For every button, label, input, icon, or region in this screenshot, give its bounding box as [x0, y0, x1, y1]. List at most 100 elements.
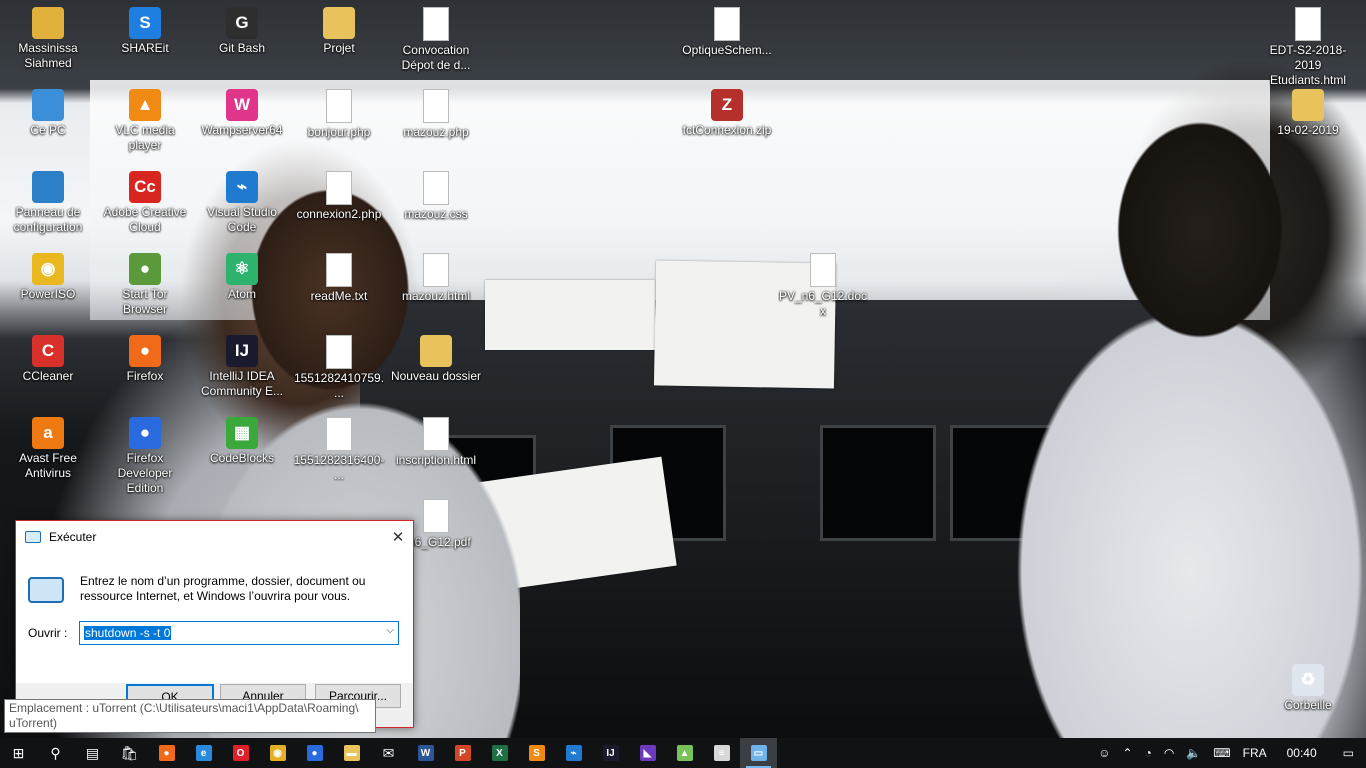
- desktop-icon[interactable]: mazouz.php: [390, 85, 482, 140]
- desktop-icon[interactable]: ◉ PowerISO: [2, 249, 94, 302]
- desktop-icon[interactable]: ♻ Corbeille: [1262, 660, 1354, 713]
- html-file-icon: [1295, 7, 1321, 41]
- desktop-icon[interactable]: Massinissa Siahmed: [2, 3, 94, 71]
- language-indicator[interactable]: FRA: [1237, 746, 1273, 760]
- desktop-icon[interactable]: Panneau de configuration: [2, 167, 94, 235]
- chevron-down-icon[interactable]: ⌵: [386, 625, 394, 636]
- desktop-icon[interactable]: ⌁ Visual Studio Code: [196, 167, 288, 235]
- desktop-icon[interactable]: W Wampserver64: [196, 85, 288, 138]
- taskbar-firefox-dev-button[interactable]: ●: [296, 738, 333, 768]
- css-file-icon: [423, 171, 449, 205]
- desktop-icon-label: Convocation Dépot de d...: [401, 43, 471, 72]
- word-icon: W: [417, 745, 434, 761]
- chevron-up-icon[interactable]: ⌃: [1117, 746, 1139, 760]
- desktop-icon[interactable]: 19-02-2019: [1262, 85, 1354, 138]
- desktop-icon[interactable]: 1551282410759....: [293, 331, 385, 401]
- command-combobox[interactable]: shutdown -s -t 0 ⌵: [79, 621, 399, 645]
- desktop-icon-label: Corbeille: [1284, 698, 1332, 712]
- taskbar-run-dialog-button[interactable]: ▭: [740, 738, 777, 768]
- desktop-icon[interactable]: IJ IntelliJ IDEA Community E...: [196, 331, 288, 399]
- desktop-icon[interactable]: Convocation Dépot de d...: [390, 3, 482, 73]
- desktop-icon[interactable]: Ce PC: [2, 85, 94, 138]
- desktop-icon[interactable]: ▦ CodeBlocks: [196, 413, 288, 466]
- taskbar-powerpoint-button[interactable]: P: [444, 738, 481, 768]
- run-dialog-titlebar[interactable]: Exécuter ✕: [16, 521, 413, 552]
- notification-center-icon[interactable]: ▭: [1331, 746, 1366, 760]
- taskbar-sublime-text-button[interactable]: S: [518, 738, 555, 768]
- desktop-icon-label: Visual Studio Code: [207, 205, 277, 234]
- close-button[interactable]: ✕: [383, 528, 413, 546]
- volume-icon[interactable]: 🔈: [1180, 746, 1207, 760]
- desktop-icon[interactable]: PV_n6_G12.docx: [777, 249, 869, 319]
- pilot-figure: [940, 100, 1366, 738]
- desktop-icon[interactable]: OptiqueSchem...: [681, 3, 773, 58]
- desktop-icon[interactable]: ZfctConnexion.zip: [681, 85, 773, 138]
- desktop-icon[interactable]: ● Firefox: [99, 331, 191, 384]
- desktop-icon[interactable]: C CCleaner: [2, 331, 94, 384]
- windows-start-icon: ⊞: [12, 744, 25, 761]
- command-input[interactable]: shutdown -s -t 0: [84, 626, 172, 640]
- taskbar-excel-button[interactable]: X: [481, 738, 518, 768]
- text-file-icon: [326, 253, 352, 287]
- taskbar-edge-button[interactable]: e: [185, 738, 222, 768]
- desktop-icon-label: PV_n6_G12.docx: [778, 289, 868, 318]
- cockpit-display: [820, 425, 936, 541]
- desktop-icon[interactable]: a Avast Free Antivirus: [2, 413, 94, 481]
- desktop-icon[interactable]: Nouveau dossier: [390, 331, 482, 384]
- desktop-icon-label: PowerISO: [20, 287, 76, 301]
- taskbar-windows-start-button[interactable]: ⊞: [0, 738, 37, 768]
- location-tooltip: Emplacement : uTorrent (C:\Utilisateurs\…: [4, 699, 376, 733]
- desktop-icon-label: mazouz.html: [401, 289, 471, 303]
- flag-app-icon: ≡: [713, 745, 730, 761]
- desktop-icon[interactable]: 1551282316400-...: [293, 413, 385, 483]
- desktop-icon-label: Nouveau dossier: [390, 369, 482, 383]
- desktop-icon[interactable]: inscription.html: [390, 413, 482, 468]
- taskbar-store-button[interactable]: 🛍: [111, 738, 148, 768]
- taskbar-task-view-button[interactable]: ▤: [74, 738, 111, 768]
- clock[interactable]: 00:40: [1273, 746, 1331, 760]
- taskbar-android-studio-button[interactable]: ▲: [666, 738, 703, 768]
- firefox-dev-icon: ●: [129, 417, 161, 449]
- powerpoint-icon: P: [454, 745, 471, 761]
- run-dialog-icon: [28, 577, 64, 603]
- wifi-icon[interactable]: ◠: [1158, 746, 1180, 760]
- visual-studio-icon: ◣: [639, 745, 656, 761]
- desktop-icon[interactable]: ⚛ Atom: [196, 249, 288, 302]
- taskbar-flag-app-button[interactable]: ≡: [703, 738, 740, 768]
- desktop-icon[interactable]: connexion2.php: [293, 167, 385, 222]
- taskbar-chrome-button[interactable]: ◉: [259, 738, 296, 768]
- people-icon[interactable]: ☺: [1092, 746, 1116, 760]
- network-icon[interactable]: ◔: [1139, 746, 1158, 760]
- taskbar-visual-studio-button[interactable]: ◣: [629, 738, 666, 768]
- desktop-icon[interactable]: EDT-S2-2018-2019 Etudiants.html: [1262, 3, 1354, 88]
- desktop-icon[interactable]: mazouz.css: [390, 167, 482, 222]
- computer-icon: [32, 89, 64, 121]
- git-bash-icon: G: [226, 7, 258, 39]
- desktop-icon-label: Avast Free Antivirus: [19, 451, 77, 480]
- desktop-icon[interactable]: ● Start Tor Browser: [99, 249, 191, 317]
- keyboard-icon[interactable]: ⌨: [1207, 746, 1236, 760]
- taskbar-firefox-button[interactable]: ●: [148, 738, 185, 768]
- desktop-icon[interactable]: G Git Bash: [196, 3, 288, 56]
- desktop-icon[interactable]: ▲ VLC media player: [99, 85, 191, 153]
- desktop-icon[interactable]: ● Firefox Developer Edition: [99, 413, 191, 496]
- mail-icon: ✉: [382, 744, 395, 761]
- desktop-icon[interactable]: bonjour.php: [293, 85, 385, 140]
- desktop-icon[interactable]: Cc Adobe Creative Cloud: [99, 167, 191, 235]
- taskbar-mail-button[interactable]: ✉: [370, 738, 407, 768]
- word-document-icon: [810, 253, 836, 287]
- taskbar-search-button[interactable]: ⚲: [37, 738, 74, 768]
- desktop-icon[interactable]: mazouz.html: [390, 249, 482, 304]
- taskbar-file-explorer-button[interactable]: ▬: [333, 738, 370, 768]
- desktop-icon[interactable]: Projet: [293, 3, 385, 56]
- desktop-icon[interactable]: S SHAREit: [99, 3, 191, 56]
- pdf-file-icon: [423, 499, 449, 533]
- run-dialog[interactable]: Exécuter ✕ Entrez le nom d’un programme,…: [15, 520, 414, 728]
- taskbar-intellij-button[interactable]: IJ: [592, 738, 629, 768]
- taskbar-opera-button[interactable]: O: [222, 738, 259, 768]
- taskbar-word-button[interactable]: W: [407, 738, 444, 768]
- desktop-icon-label: 1551282316400-...: [293, 453, 385, 482]
- desktop-icon[interactable]: readMe.txt: [293, 249, 385, 304]
- shareit-icon: S: [129, 7, 161, 39]
- taskbar-vscode-button[interactable]: ⌁: [555, 738, 592, 768]
